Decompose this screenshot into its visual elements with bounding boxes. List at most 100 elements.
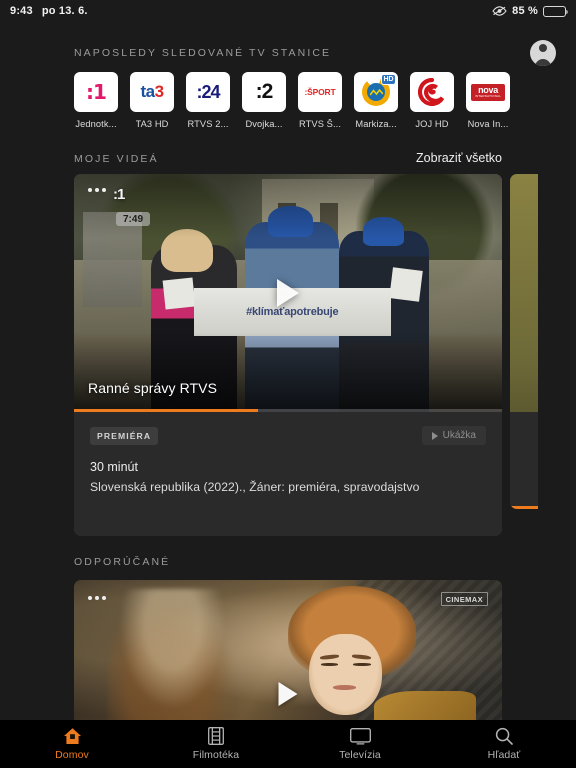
recommended-lips (332, 685, 357, 690)
tab-hladat[interactable]: Hľadať (432, 727, 576, 761)
markiza-wave-icon (369, 88, 383, 95)
recommended-card[interactable]: CINEMAX (74, 580, 502, 720)
preview-button-label: Ukážka (442, 430, 476, 441)
rtvs24-logo-text: :24 (196, 81, 220, 102)
play-small-icon (431, 431, 438, 440)
channel-item-markiza[interactable]: HD Markiza... (354, 72, 398, 129)
thumb-paper-left (162, 277, 196, 309)
tab-label: Hľadať (487, 749, 521, 761)
video-thumbnail[interactable]: #klímaťapotrebuje :1 7:49 Ranné správy R… (74, 174, 502, 412)
video-description: Slovenská republika (2022)., Žáner: prem… (90, 480, 420, 494)
thumb-bottom-scrim (74, 332, 502, 412)
channel-item-dvojka[interactable]: :2 Dvojka... (242, 72, 286, 129)
video-meta-top-row: PREMIÉRA Ukážka (90, 426, 486, 445)
tab-televizia[interactable]: Televízia (288, 727, 432, 761)
tab-label: Televízia (339, 749, 381, 761)
more-options-icon[interactable] (88, 596, 107, 600)
app-screen: 9:43 po 13. 6. 85 % NAPOSLEDY SLEDOVANÉ … (0, 0, 576, 768)
recommended-eye-left (320, 662, 339, 666)
channel-label: RTVS 2... (187, 119, 229, 129)
recommended-face (309, 634, 383, 715)
bottom-tab-bar[interactable]: Domov Filmotéka Televízia Hľadať (0, 720, 576, 768)
recent-channels-row[interactable]: :1 Jednotk... ta3 TA3 HD :24 RTVS 2... :… (0, 68, 576, 129)
jednotka-logo-text: :1 (86, 80, 107, 104)
channel-label: JOJ HD (415, 119, 449, 129)
search-icon (495, 727, 513, 745)
channel-label: Markiza... (355, 119, 397, 129)
eye-icon (492, 6, 507, 16)
markiza-inner (367, 83, 385, 101)
video-meta: PREMIÉRA Ukážka 30 minút Slovenská repub… (74, 412, 502, 536)
status-date: po 13. 6. (41, 5, 88, 17)
thumb-paper-right (388, 267, 423, 302)
channel-item-jednotka[interactable]: :1 Jednotk... (74, 72, 118, 129)
status-badge: PREMIÉRA (90, 426, 159, 445)
channel-item-joj[interactable]: JOJ HD (410, 72, 454, 129)
channel-watermark: :1 (113, 186, 125, 203)
see-all-button[interactable]: Zobraziť všetko (416, 151, 502, 165)
dvojka-logo: :2 (242, 72, 286, 112)
video-card[interactable]: #klímaťapotrebuje :1 7:49 Ranné správy R… (74, 174, 502, 536)
film-strip-icon (208, 727, 224, 745)
recommended-label: ODPORÚČANÉ (74, 556, 171, 568)
more-options-icon[interactable] (88, 188, 107, 192)
scroll-content[interactable]: NAPOSLEDY SLEDOVANÉ TV STANICE :1 Jednot… (0, 22, 576, 720)
avatar-head (539, 44, 547, 52)
markiza-mark: HD (360, 74, 396, 108)
tab-label: Domov (55, 749, 89, 761)
status-bar-left: 9:43 po 13. 6. (10, 5, 88, 17)
home-icon (63, 727, 82, 745)
dvojka-logo-text: :2 (255, 80, 274, 103)
play-icon[interactable] (277, 279, 299, 307)
next-card-progress (510, 506, 538, 509)
recommended-figure-blurred (108, 589, 237, 720)
joj-spiral-icon (418, 78, 445, 106)
channel-label: TA3 HD (135, 119, 169, 129)
status-bar-right: 85 % (492, 5, 569, 17)
tv-monitor-icon (349, 727, 371, 745)
play-icon[interactable] (278, 682, 298, 706)
my-videos-header: MOJE VIDEÁ Zobraziť všetko (0, 129, 576, 174)
tab-filmoteka[interactable]: Filmotéka (144, 727, 288, 761)
next-video-card-peek[interactable] (510, 174, 538, 509)
battery-percent: 85 % (512, 5, 538, 17)
battery-icon (543, 5, 569, 17)
video-title: Ranné správy RTVS (88, 380, 218, 396)
recommended-header: ODPORÚČANÉ (0, 544, 576, 580)
my-videos-label: MOJE VIDEÁ (74, 153, 159, 165)
video-duration: 30 minút (90, 460, 138, 474)
recent-channels-header: NAPOSLEDY SLEDOVANÉ TV STANICE (0, 22, 576, 68)
channel-label: Jednotk... (75, 119, 117, 129)
channel-item-ta3[interactable]: ta3 TA3 HD (130, 72, 174, 129)
my-videos-carousel[interactable]: #klímaťapotrebuje :1 7:49 Ranné správy R… (0, 174, 576, 544)
channel-item-rtvs24[interactable]: :24 RTVS 2... (186, 72, 230, 129)
rtvs24-logo: :24 (186, 72, 230, 112)
rtvs-sport-logo: :ŠPORT (298, 72, 342, 112)
channel-label: Dvojka... (245, 119, 283, 129)
recent-channels-label: NAPOSLEDY SLEDOVANÉ TV STANICE (74, 47, 332, 59)
jednotka-logo: :1 (74, 72, 118, 112)
nova-logo-text: nova (478, 85, 498, 95)
nova-logo-subtext: INTERNATIONAL (474, 94, 502, 98)
time-badge: 7:49 (116, 212, 151, 226)
tab-domov[interactable]: Domov (0, 727, 144, 761)
watch-progress-bar (74, 409, 502, 412)
joj-logo (410, 72, 454, 112)
provider-badge: CINEMAX (440, 592, 488, 606)
hd-badge: HD (381, 74, 396, 85)
channel-item-rtvs-sport[interactable]: :ŠPORT RTVS Š... (298, 72, 342, 129)
recommended-gown (373, 691, 477, 720)
recommended-eye-right (353, 662, 372, 666)
preview-button[interactable]: Ukážka (421, 426, 486, 445)
status-time: 9:43 (10, 5, 33, 17)
profile-avatar-icon[interactable] (530, 40, 556, 66)
tab-label: Filmotéka (192, 749, 240, 761)
rtvs-sport-logo-text: :ŠPORT (304, 87, 336, 97)
avatar-body (535, 59, 551, 66)
thumb-top-scrim (74, 174, 502, 238)
nova-international-logo: nova INTERNATIONAL (466, 72, 510, 112)
status-bar: 9:43 po 13. 6. 85 % (0, 0, 576, 22)
channel-item-nova[interactable]: nova INTERNATIONAL Nova In... (466, 72, 510, 129)
next-card-meta (510, 412, 538, 509)
channel-label: Nova In... (467, 119, 509, 129)
